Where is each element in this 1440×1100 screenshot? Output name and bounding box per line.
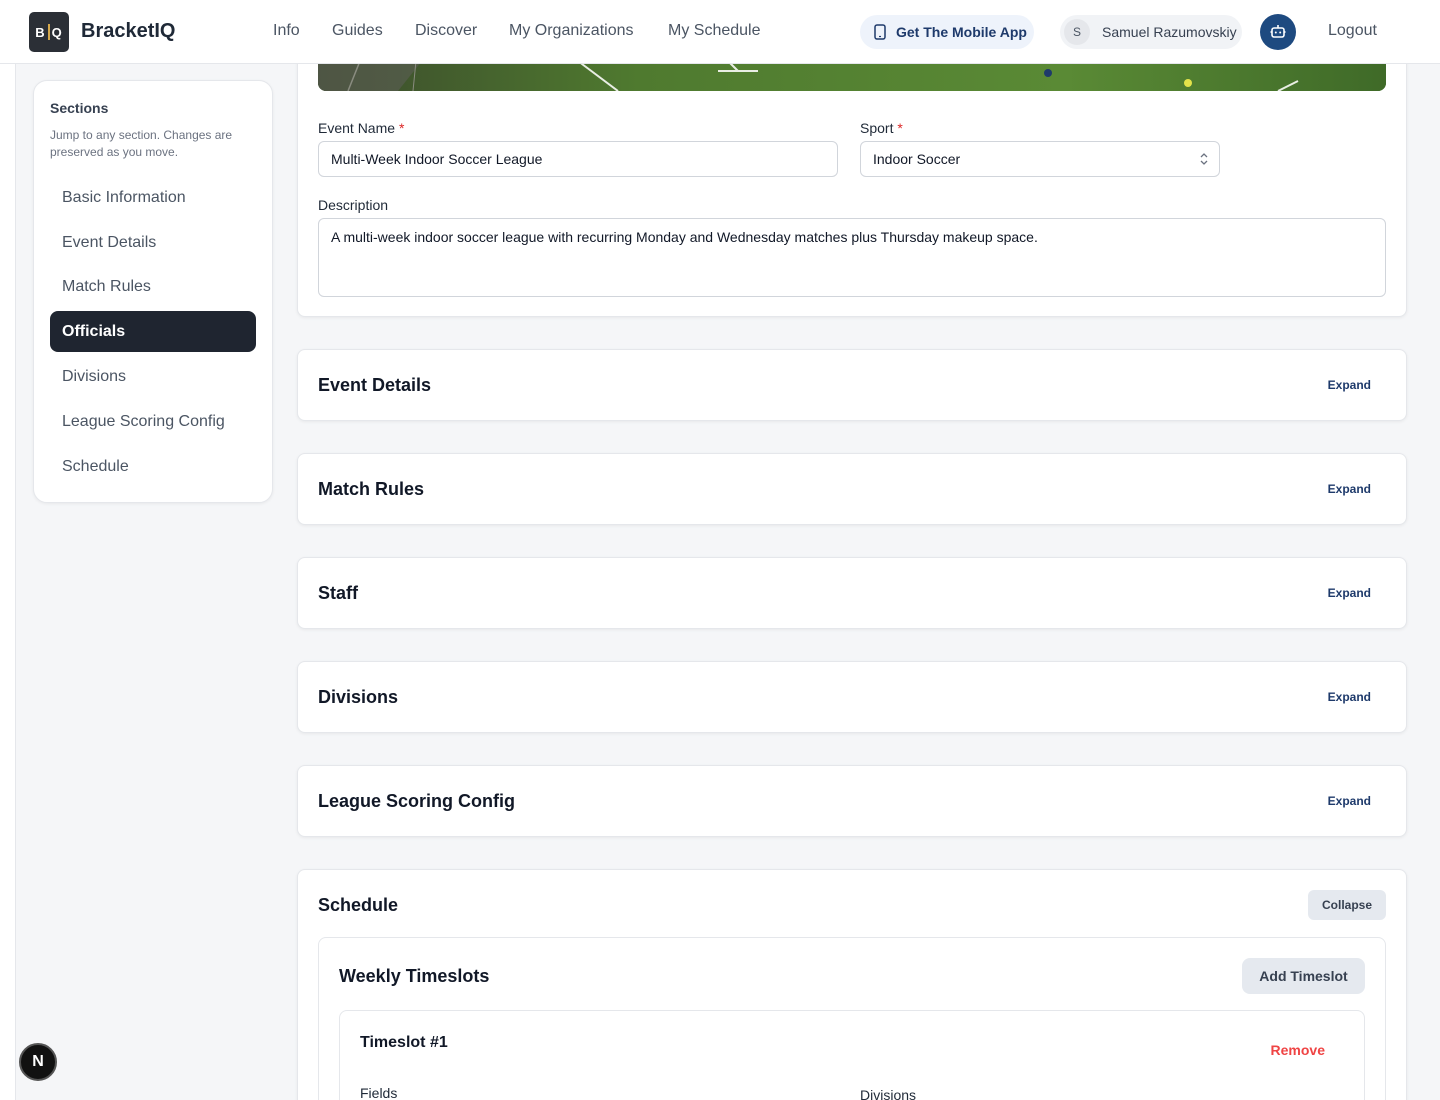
section-event-details: Event Details Expand xyxy=(297,349,1407,421)
remove-timeslot-button[interactable]: Remove xyxy=(1271,1042,1325,1058)
assistant-bot-button[interactable] xyxy=(1260,14,1296,50)
top-nav-bar: BQ BracketIQ Info Guides Discover My Org… xyxy=(0,0,1440,64)
page-left-edge xyxy=(0,64,16,1100)
brand-name[interactable]: BracketIQ xyxy=(81,20,176,43)
weekly-timeslots-card: Weekly Timeslots Add Timeslot Timeslot #… xyxy=(318,937,1386,1100)
robot-icon xyxy=(1270,25,1286,38)
sidebar-description: Jump to any section. Changes are preserv… xyxy=(50,128,233,159)
mobile-phone-icon xyxy=(874,24,886,40)
sport-label: Sport * xyxy=(860,120,903,136)
timeslot-card: Timeslot #1 Remove Fields Divisions xyxy=(339,1010,1365,1100)
expand-button[interactable]: Expand xyxy=(1328,378,1371,392)
nav-link-guides[interactable]: Guides xyxy=(332,22,383,40)
section-title: Match Rules xyxy=(318,479,425,499)
expand-button[interactable]: Expand xyxy=(1328,794,1371,808)
sport-select[interactable]: Indoor Soccer xyxy=(860,141,1220,177)
get-mobile-app-button[interactable]: Get The Mobile App xyxy=(860,15,1034,49)
section-title: Event Details xyxy=(318,375,432,395)
sidebar-item-schedule[interactable]: Schedule xyxy=(50,446,256,487)
section-divisions: Divisions Expand xyxy=(297,661,1407,733)
required-marker: * xyxy=(897,120,903,136)
nav-link-info[interactable]: Info xyxy=(273,22,300,40)
section-title: League Scoring Config xyxy=(318,791,516,811)
weekly-timeslots-title: Weekly Timeslots xyxy=(339,966,490,986)
description-label: Description xyxy=(318,197,389,213)
sport-label-text: Sport xyxy=(860,120,894,136)
section-staff: Staff Expand xyxy=(297,557,1407,629)
sidebar-item-league-scoring-config[interactable]: League Scoring Config xyxy=(50,401,256,442)
event-name-label-text: Event Name xyxy=(318,120,396,136)
sidebar-item-match-rules[interactable]: Match Rules xyxy=(50,266,256,307)
avatar: S xyxy=(1064,19,1090,45)
logout-link[interactable]: Logout xyxy=(1328,22,1377,40)
nav-link-my-schedule[interactable]: My Schedule xyxy=(668,22,761,40)
required-marker: * xyxy=(398,120,405,136)
brand-logo[interactable]: BQ xyxy=(29,12,69,52)
section-title: Staff xyxy=(318,583,358,603)
nav-link-my-organizations[interactable]: My Organizations xyxy=(509,22,634,40)
expand-button[interactable]: Expand xyxy=(1328,586,1371,600)
description-textarea[interactable]: A multi-week indoor soccer league with r… xyxy=(318,218,1386,297)
sidebar-item-event-details[interactable]: Event Details xyxy=(50,222,256,263)
sidebar-item-divisions[interactable]: Divisions xyxy=(50,356,256,397)
add-timeslot-button[interactable]: Add Timeslot xyxy=(1242,958,1365,994)
user-name: Samuel Razumovskiy xyxy=(1102,24,1237,40)
event-name-label: Event Name * xyxy=(318,120,404,136)
section-title: Divisions xyxy=(318,687,399,707)
basic-information-card: Event Name * Multi-Week Indoor Soccer Le… xyxy=(297,40,1407,317)
expand-button[interactable]: Expand xyxy=(1328,690,1371,704)
collapse-button[interactable]: Collapse xyxy=(1308,890,1386,920)
dev-tools-badge[interactable]: N xyxy=(19,1043,57,1081)
section-league-scoring-config: League Scoring Config Expand xyxy=(297,765,1407,837)
event-name-input[interactable]: Multi-Week Indoor Soccer League xyxy=(318,141,838,177)
section-match-rules: Match Rules Expand xyxy=(297,453,1407,525)
fields-label: Fields xyxy=(360,1085,398,1100)
sidebar-item-basic-information[interactable]: Basic Information xyxy=(50,177,256,218)
expand-button[interactable]: Expand xyxy=(1328,482,1371,496)
section-title: Schedule xyxy=(318,895,399,915)
get-mobile-app-label: Get The Mobile App xyxy=(896,24,1027,40)
section-schedule: Schedule Collapse Weekly Timeslots Add T… xyxy=(297,869,1407,1100)
sidebar-title: Sections xyxy=(50,100,109,116)
sections-sidebar: Sections Jump to any section. Changes ar… xyxy=(33,80,273,503)
sport-select-value: Indoor Soccer xyxy=(873,151,961,167)
select-caret-icon xyxy=(1200,153,1208,165)
divisions-label: Divisions xyxy=(860,1087,917,1100)
user-menu[interactable]: S Samuel Razumovskiy xyxy=(1060,15,1242,49)
nav-link-discover[interactable]: Discover xyxy=(415,22,477,40)
timeslot-title: Timeslot #1 xyxy=(360,1034,448,1051)
sidebar-item-officials[interactable]: Officials xyxy=(50,311,256,352)
